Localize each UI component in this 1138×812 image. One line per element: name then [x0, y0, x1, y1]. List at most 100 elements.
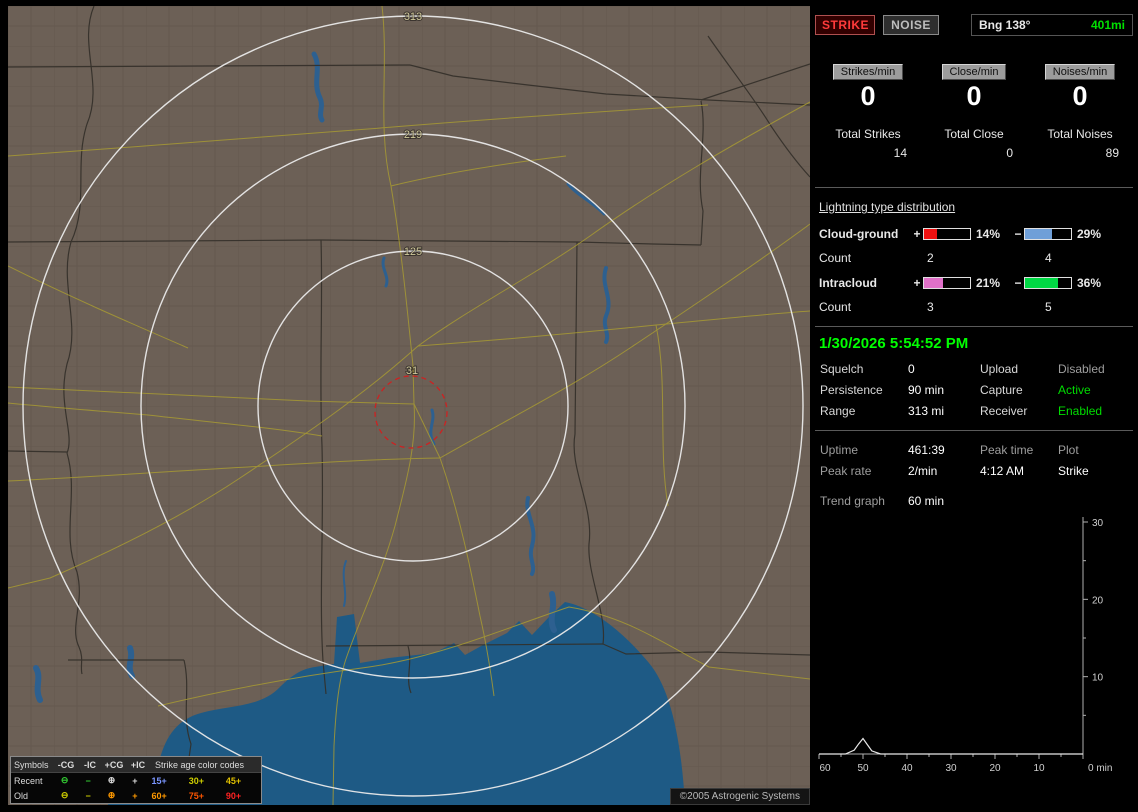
cloud-ground-pos-pct: 14% — [976, 227, 1001, 241]
plus-sign: + — [913, 276, 921, 290]
legend-col-neg-ic: -IC — [84, 759, 96, 770]
bearing-label: Bng 138° — [979, 18, 1031, 32]
trend-graph-duration: 60 min — [908, 494, 945, 508]
minus-sign: − — [1014, 227, 1022, 241]
total-close-col: Total Close 0 — [921, 127, 1027, 160]
x-tick-label: 20 — [989, 763, 1001, 774]
y-tick-label: 30 — [1092, 518, 1104, 529]
cloud-ground-pos-fill — [924, 229, 937, 239]
close-per-min-col: Close/min 0 — [921, 64, 1027, 110]
total-noises-value: 89 — [1105, 146, 1119, 160]
intracloud-pos-count: 3 — [927, 300, 934, 314]
age-code-60: 60+ — [151, 790, 167, 801]
strikes-per-min-col: Strikes/min 0 — [815, 64, 921, 110]
noises-per-min-label: Noises/min — [1044, 64, 1116, 80]
intracloud-neg-fill — [1025, 278, 1059, 288]
divider — [815, 187, 1133, 188]
cloud-ground-neg-count: 4 — [1045, 251, 1052, 265]
legend-old-row: Old ⊖ − ⊕ + 60+ 75+ 90+ — [11, 788, 261, 803]
divider — [815, 326, 1133, 327]
strike-button[interactable]: STRIKE — [815, 15, 875, 35]
uptime-value: 461:39 — [908, 443, 945, 457]
recent-neg-ic-icon: − — [85, 775, 91, 786]
intracloud-row: Intracloud + 21% − 36% — [815, 275, 1133, 291]
intracloud-neg-bar — [1024, 277, 1072, 289]
old-neg-ic-icon: − — [85, 790, 91, 801]
legend-age-header: Strike age color codes — [155, 759, 245, 770]
trend-graph-chart: 10 20 30 60 50 40 30 20 10 0 min — [818, 517, 1112, 774]
count-label: Count — [819, 300, 852, 314]
ring-label-31: 31 — [406, 365, 418, 377]
divider — [815, 430, 1133, 431]
upload-status: Disabled — [1058, 362, 1105, 376]
rates-row: Strikes/min 0 Close/min 0 Noises/min 0 — [815, 64, 1133, 110]
ring-label-219: 219 — [404, 129, 422, 141]
total-strikes-value: 14 — [893, 146, 907, 160]
bearing-range: 401mi — [1090, 18, 1125, 32]
intracloud-neg-count: 5 — [1045, 300, 1052, 314]
x-tick-label: 10 — [1033, 763, 1045, 774]
plot-mode-value: Strike — [1058, 464, 1089, 478]
stats-grid: Uptime 461:39 Peak time Plot Peak rate 2… — [815, 443, 1133, 478]
strikes-per-min-value: 0 — [860, 81, 876, 111]
intracloud-neg-pct: 36% — [1077, 276, 1102, 290]
capture-status: Active — [1058, 383, 1091, 397]
trend-row: Trend graph 60 min — [815, 494, 1133, 508]
peak-time-value: 4:12 AM — [980, 464, 1025, 478]
squelch-value: 0 — [908, 362, 915, 376]
total-close-label: Total Close — [944, 127, 1004, 141]
cloud-ground-pos-count: 2 — [927, 251, 934, 265]
map-legend: Symbols -CG -IC +CG +IC Strike age color… — [10, 756, 262, 804]
cloud-ground-label: Cloud-ground — [819, 227, 899, 241]
uptime-label: Uptime — [820, 443, 859, 457]
noise-button[interactable]: NOISE — [883, 15, 939, 35]
total-close-value: 0 — [1006, 146, 1013, 160]
x-tick-label: 60 — [819, 763, 831, 774]
minus-sign: − — [1014, 276, 1022, 290]
trend-line — [819, 737, 1083, 755]
recent-pos-ic-icon: + — [132, 775, 138, 786]
count-label: Count — [819, 251, 852, 265]
x-tick-label: 40 — [901, 763, 913, 774]
cloud-ground-row: Cloud-ground + 14% − 29% — [815, 226, 1133, 242]
legend-col-pos-ic: +IC — [130, 759, 146, 770]
map-panel: 313 219 125 31 Symbols -CG -IC +CG +IC S… — [8, 6, 810, 805]
upload-label: Upload — [980, 362, 1019, 376]
peak-rate-value: 2/min — [908, 464, 938, 478]
ring-label-125: 125 — [404, 246, 422, 258]
receiver-status: Enabled — [1058, 404, 1103, 418]
peak-rate-label: Peak rate — [820, 464, 872, 478]
intracloud-pos-fill — [924, 278, 944, 288]
intracloud-label: Intracloud — [819, 276, 878, 290]
close-per-min-label: Close/min — [941, 64, 1007, 80]
legend-recent-label: Recent — [14, 775, 43, 786]
distribution-title: Lightning type distribution — [819, 200, 956, 214]
bearing-display: Bng 138° 401mi — [971, 14, 1133, 36]
total-strikes-col: Total Strikes 14 — [815, 127, 921, 160]
legend-recent-row: Recent ⊖ − ⊕ + 15+ 30+ 45+ — [11, 773, 261, 788]
recent-neg-cg-icon: ⊖ — [60, 775, 69, 785]
capture-label: Capture — [980, 383, 1023, 397]
old-neg-cg-icon: ⊖ — [60, 790, 69, 800]
receiver-label: Receiver — [980, 404, 1028, 418]
legend-old-label: Old — [14, 790, 29, 801]
range-value: 313 mi — [908, 404, 945, 418]
legend-col-pos-cg: +CG — [104, 759, 124, 770]
intracloud-pos-pct: 21% — [976, 276, 1001, 290]
cloud-ground-neg-bar — [1024, 228, 1072, 240]
total-noises-col: Total Noises 89 — [1027, 127, 1133, 160]
status-panel: STRIKE NOISE Bng 138° 401mi Strikes/min … — [815, 6, 1133, 806]
x-tick-label: 30 — [945, 763, 957, 774]
intracloud-pos-bar — [923, 277, 971, 289]
totals-row: Total Strikes 14 Total Close 0 Total Noi… — [815, 127, 1133, 160]
noises-per-min-col: Noises/min 0 — [1027, 64, 1133, 110]
y-tick-label: 20 — [1092, 595, 1104, 606]
range-label: Range — [820, 404, 856, 418]
old-pos-ic-icon: + — [132, 790, 138, 801]
age-code-45: 45+ — [225, 775, 242, 786]
age-code-30: 30+ — [188, 775, 204, 786]
legend-header-row: Symbols -CG -IC +CG +IC Strike age color… — [11, 757, 261, 773]
age-code-15: 15+ — [151, 775, 167, 786]
age-code-90: 90+ — [225, 790, 242, 801]
header-row: STRIKE NOISE Bng 138° 401mi — [815, 14, 1133, 36]
